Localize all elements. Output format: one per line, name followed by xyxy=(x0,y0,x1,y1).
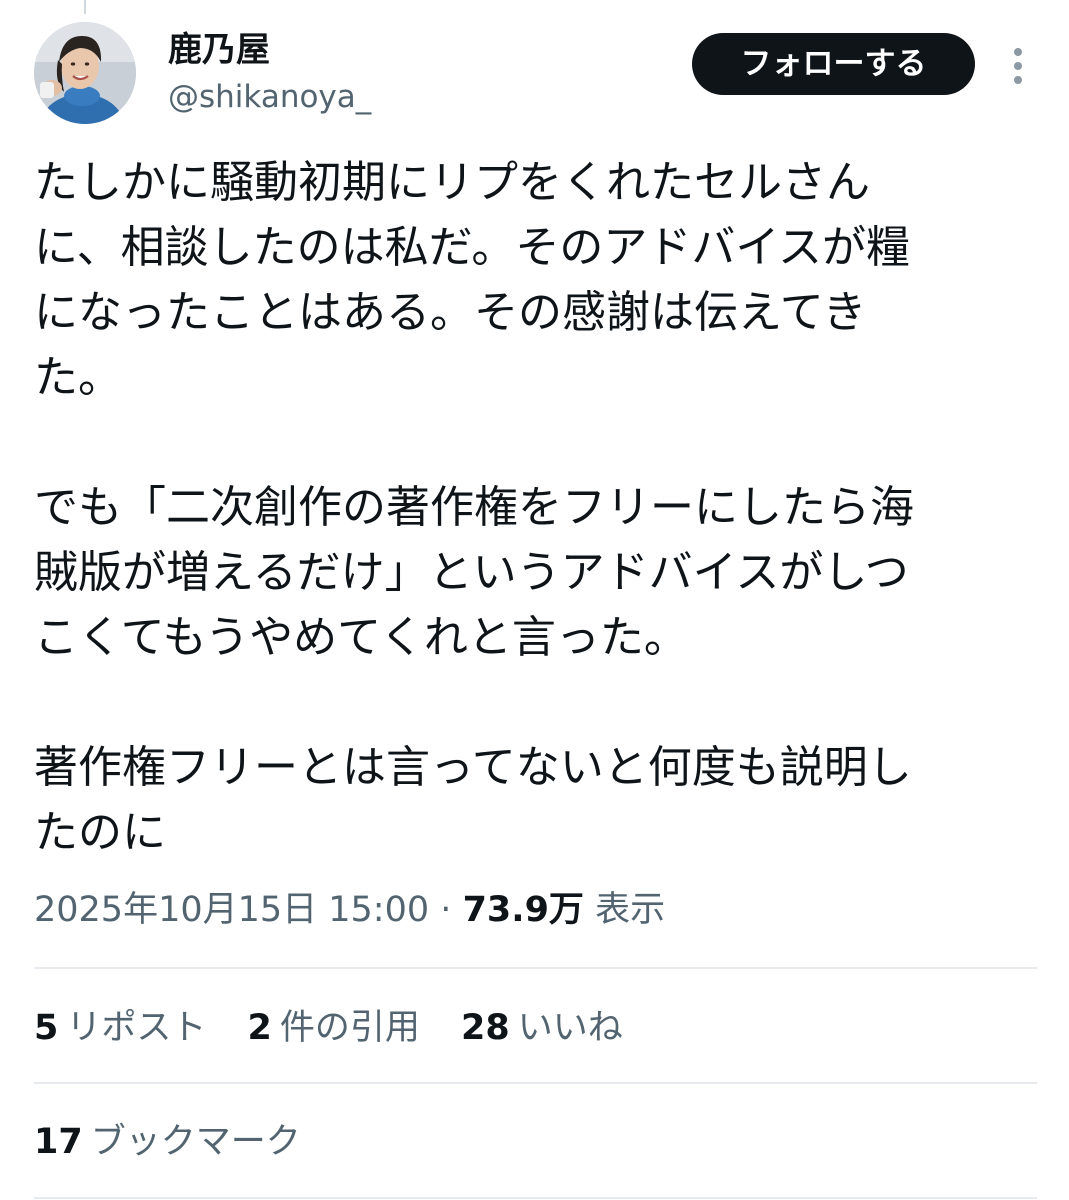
bookmark-label: ブックマーク xyxy=(90,1122,301,1162)
quote-stat[interactable]: 2 件の引用 xyxy=(248,1008,420,1048)
divider xyxy=(34,967,1037,969)
divider xyxy=(34,1082,1037,1084)
follow-button[interactable]: フォローする xyxy=(692,33,975,95)
tweet-metadata: 2025年10月15日 15:00 · 73.9万 表示 xyxy=(34,884,665,936)
views-count: 73.9万 xyxy=(462,890,584,930)
vertical-ellipsis-icon[interactable] xyxy=(1004,44,1034,88)
tweet-paragraph: でも「二次創作の著作権をフリーにしたら海 賊版が増えるだけ」というアドバイスがし… xyxy=(34,482,914,663)
tweet-header: 鹿乃屋 @shikanoya_ フォローする xyxy=(34,22,1044,128)
meta-separator: · xyxy=(440,890,452,930)
like-count: 28 xyxy=(461,1008,510,1048)
divider xyxy=(34,1197,1037,1199)
repost-stat[interactable]: 5 リポスト xyxy=(34,1008,206,1048)
tweet-text: たしかに騒動初期にリプをくれたセルさん に、相談したのは私だ。そのアドバイスが糧… xyxy=(34,150,1034,865)
thread-connector-line xyxy=(84,0,86,14)
bookmark-count: 17 xyxy=(34,1122,83,1162)
like-stat[interactable]: 28 いいね xyxy=(461,1008,623,1048)
views-label: 表示 xyxy=(595,890,666,930)
repost-count: 5 xyxy=(34,1008,59,1048)
author-names: 鹿乃屋 @shikanoya_ xyxy=(168,28,371,118)
quote-count: 2 xyxy=(247,1008,272,1048)
tweet-paragraph: 著作権フリーとは言ってないと何度も説明し たのに xyxy=(34,742,912,858)
quote-label: 件の引用 xyxy=(279,1008,420,1048)
tweet-paragraph: たしかに騒動初期にリプをくれたセルさん に、相談したのは私だ。そのアドバイスが糧… xyxy=(34,157,911,403)
bookmark-stat[interactable]: 17 ブックマーク xyxy=(34,1116,301,1168)
author-handle[interactable]: @shikanoya_ xyxy=(168,76,371,118)
avatar[interactable] xyxy=(34,22,136,124)
like-label: いいね xyxy=(517,1008,623,1048)
tweet-timestamp[interactable]: 2025年10月15日 15:00 xyxy=(34,890,429,930)
engagement-stats: 5 リポスト 2 件の引用 28 いいね xyxy=(34,1002,653,1054)
profile-photo-avatar xyxy=(34,22,136,124)
author-display-name[interactable]: 鹿乃屋 xyxy=(168,28,371,72)
repost-label: リポスト xyxy=(66,1008,207,1048)
